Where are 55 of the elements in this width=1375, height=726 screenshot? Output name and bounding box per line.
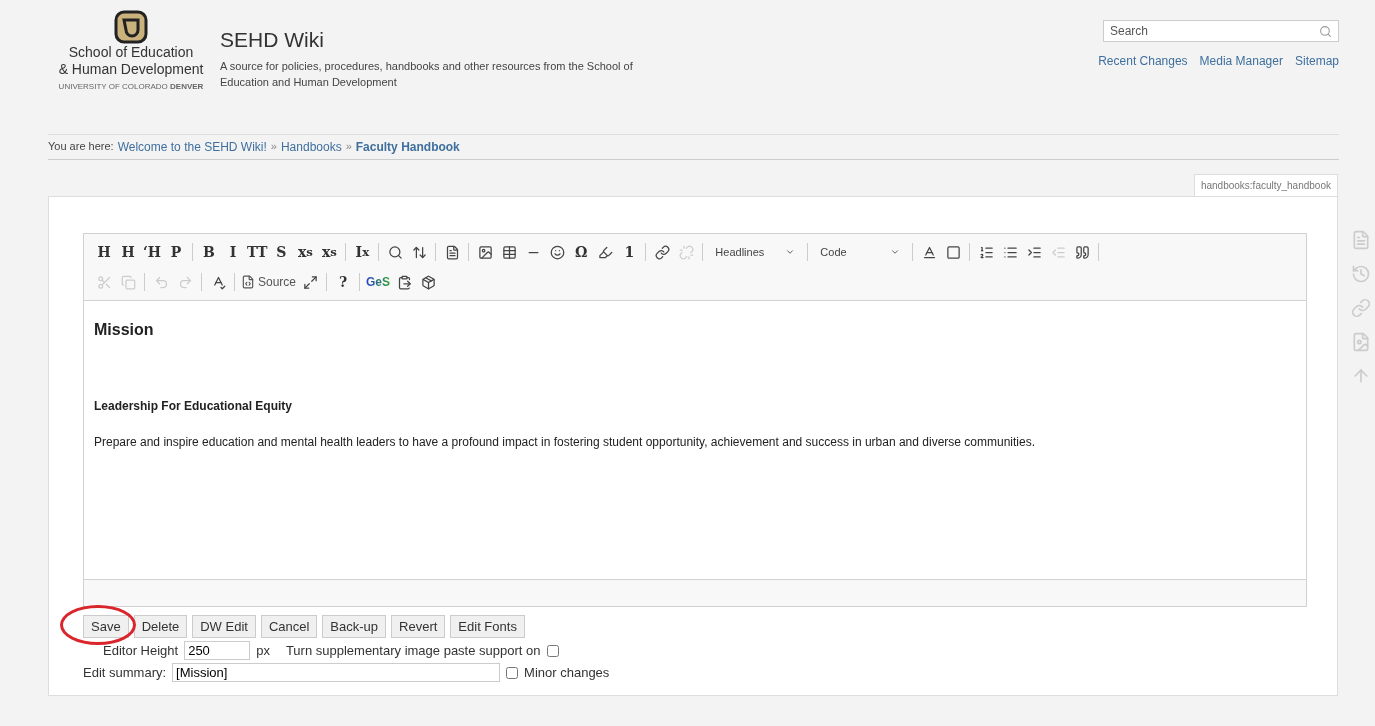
source-button[interactable]: Source — [241, 275, 297, 289]
toolbar-button[interactable]: TT — [247, 242, 268, 262]
form-button[interactable]: Edit Fonts — [450, 615, 525, 638]
form-button[interactable]: Save — [83, 615, 129, 638]
breadcrumb-link[interactable]: Welcome to the SEHD Wiki! — [117, 140, 267, 154]
subheading: Leadership For Educational Equity — [94, 399, 294, 413]
form-button[interactable]: DW Edit — [192, 615, 256, 638]
toolbar-button[interactable]: ? — [333, 272, 354, 292]
site-title: SEHD Wiki — [220, 28, 325, 52]
toolbar-dropdown[interactable]: Code — [814, 246, 907, 258]
checkbox-label: Turn supplementary image paste support on — [285, 643, 541, 658]
checkbox[interactable] — [546, 644, 559, 657]
breadcrumb-separator: » — [270, 140, 277, 154]
nav-link[interactable]: Sitemap — [1294, 54, 1339, 68]
field-label: Editor Height — [103, 643, 179, 658]
document-icon — [241, 275, 255, 289]
toolbar-button[interactable]: I — [223, 242, 243, 262]
form-button[interactable]: Cancel — [260, 615, 318, 638]
search-field[interactable]: Search — [1103, 20, 1339, 42]
toolbar-logo-button[interactable]: GeS — [366, 275, 391, 289]
nav-link[interactable]: Media Manager — [1199, 54, 1283, 68]
caret-icon — [890, 247, 901, 257]
toolbar-button[interactable]: ʻH — [142, 242, 162, 262]
checkbox[interactable] — [506, 666, 519, 679]
height-field[interactable]: 250 — [184, 641, 251, 660]
unit-label: px — [256, 643, 270, 658]
breadcrumb-label: You are here: — [48, 140, 114, 154]
university-logo-icon — [114, 10, 148, 44]
logo-text: School of Education — [68, 44, 194, 61]
form-button[interactable]: Delete — [133, 615, 188, 638]
caret-icon — [785, 247, 796, 257]
breadcrumb-separator: » — [345, 140, 352, 154]
form-button[interactable]: Back-up — [322, 615, 387, 638]
toolbar-dropdown[interactable]: Headlines — [709, 246, 802, 258]
breadcrumb-link[interactable]: Faculty Handbook — [355, 140, 460, 154]
logo-text: & Human Development — [58, 61, 204, 78]
paragraph: Prepare and inspire education and mental health leaders to have a profound impact in fostering student opportunity, achievement and success in urban and diverse communities. — [94, 435, 1036, 449]
field-label: Edit summary: — [83, 665, 167, 680]
summary-field[interactable]: [Mission] — [172, 663, 501, 682]
toolbar-button[interactable]: Ω — [571, 242, 592, 262]
site-tagline: A source for policies, procedures, handbooks and other resources from the School of Education and Human Development — [220, 59, 634, 90]
breadcrumb-link[interactable]: Handbooks — [280, 140, 342, 154]
toolbar-button[interactable]: B — [199, 242, 219, 262]
nav-link[interactable]: Recent Changes — [1098, 54, 1188, 68]
toolbar-button[interactable]: H — [118, 242, 138, 262]
heading: Mission — [94, 321, 155, 339]
toolbar-button[interactable]: H — [94, 242, 114, 262]
form-button[interactable]: Revert — [391, 615, 446, 638]
toolbar-button[interactable]: S — [271, 242, 292, 262]
toolbar-button[interactable]: 1 — [619, 242, 640, 262]
search-icon — [1319, 24, 1332, 38]
checkbox-label: Minor changes — [524, 665, 610, 680]
logo-subtext: UNIVERSITY OF COLORADO DENVER — [58, 82, 204, 91]
link-icon[interactable] — [652, 242, 673, 262]
toolbar-button[interactable]: P — [166, 242, 186, 262]
